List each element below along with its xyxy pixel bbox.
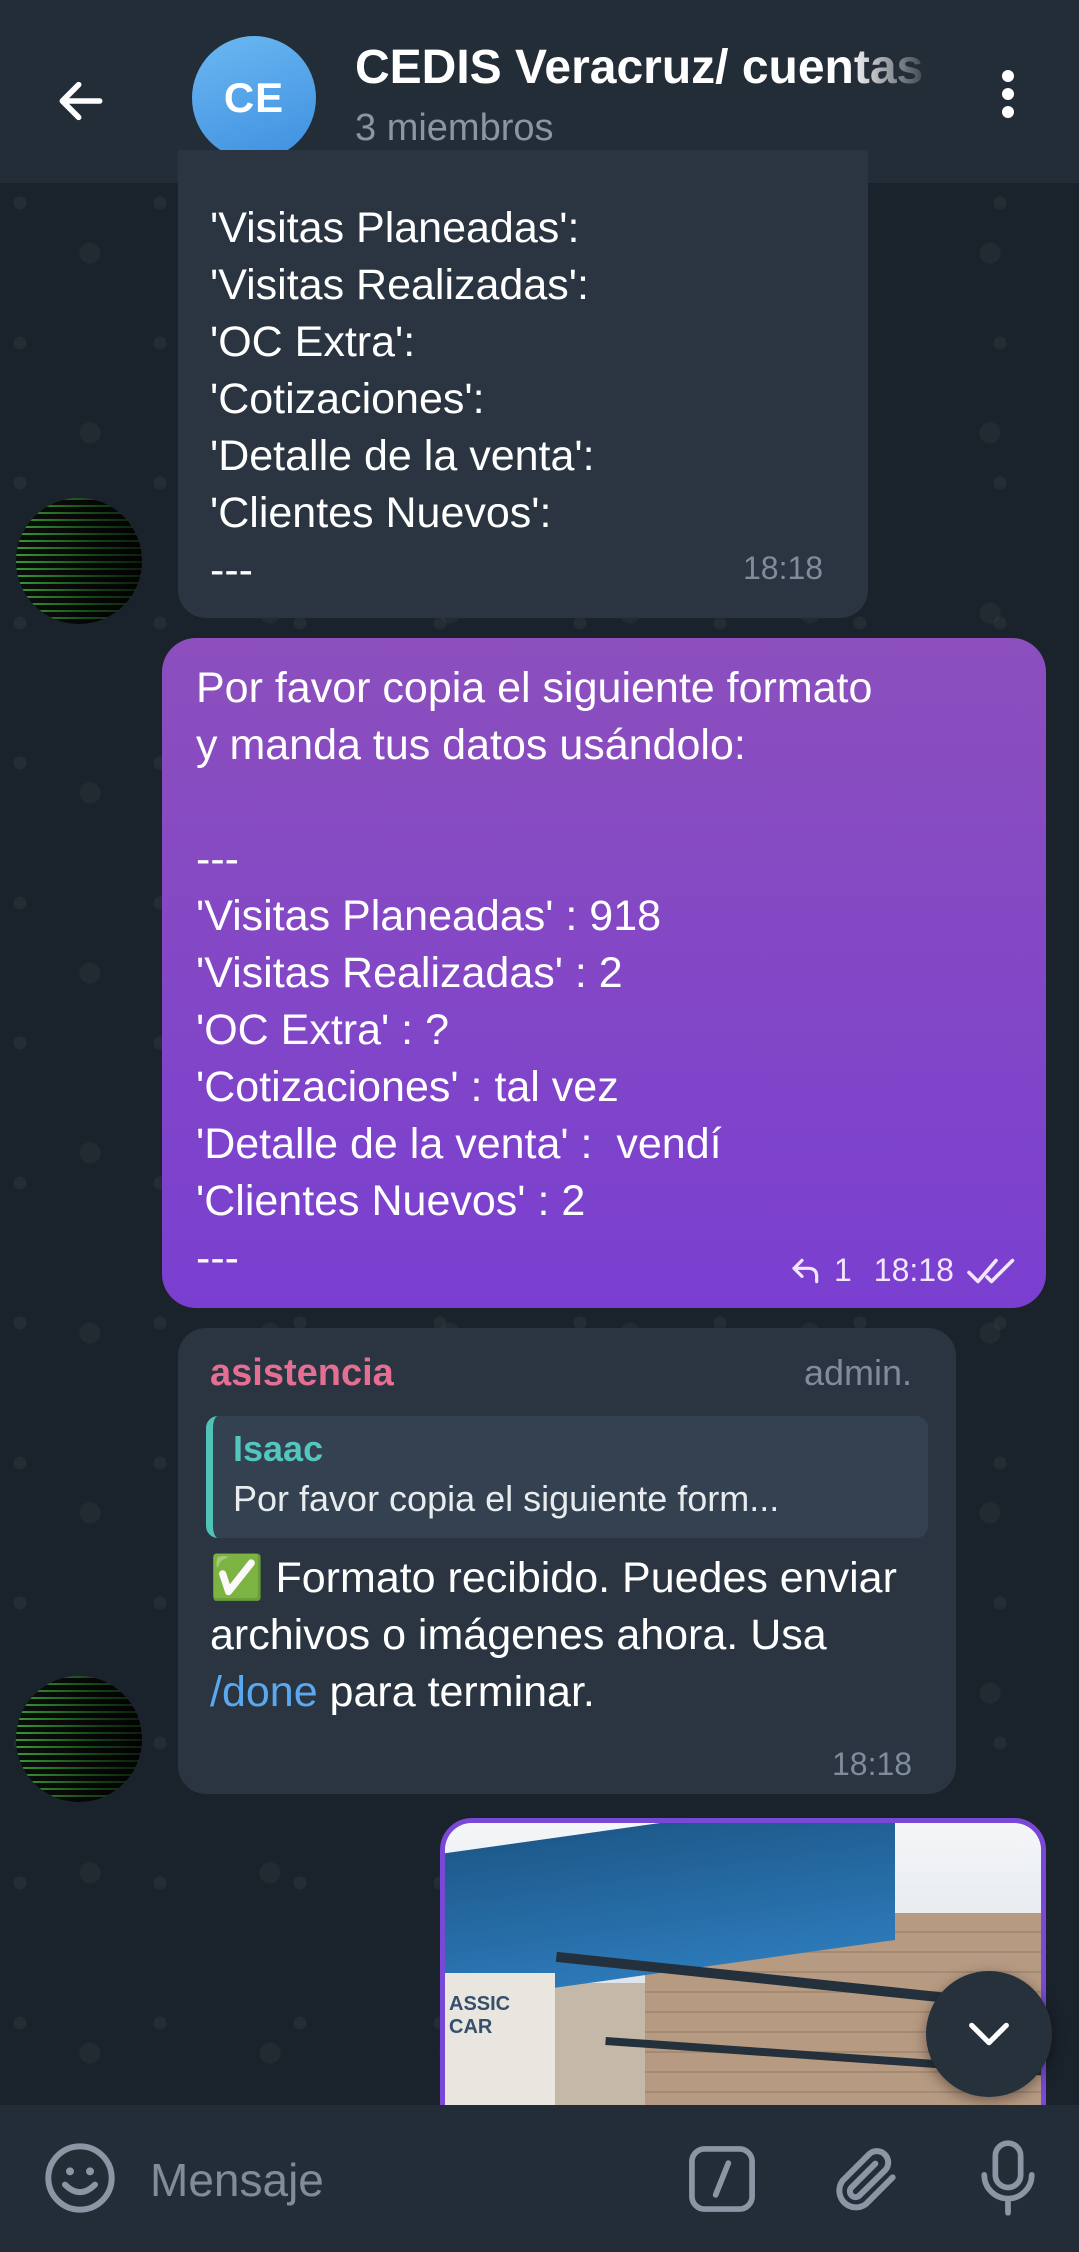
check-emoji: ✅: [210, 1554, 264, 1602]
back-button[interactable]: [40, 60, 122, 142]
bot-avatar[interactable]: [16, 498, 142, 624]
chat-title-block[interactable]: CEDIS Veracruz/ cuentas 3 miembros: [355, 40, 935, 150]
bot-commands-button[interactable]: [684, 2141, 760, 2217]
incoming-message[interactable]: asistencia admin. Isaac Por favor copia …: [178, 1328, 956, 1794]
slash-command-icon: [689, 2146, 755, 2212]
reply-count-icon: [792, 1258, 819, 1283]
more-vertical-icon: [1002, 70, 1014, 82]
outgoing-message[interactable]: Por favor copia el siguiente formato y m…: [162, 638, 1046, 1308]
arrow-left-icon: [59, 81, 103, 121]
message-meta: 1 18:18: [790, 1252, 1020, 1289]
photo-message[interactable]: ASSIC CAR: [440, 1818, 1046, 2138]
member-count: 3 miembros: [355, 107, 554, 149]
quote-author: Isaac: [233, 1428, 324, 1469]
group-avatar[interactable]: CE: [192, 36, 316, 160]
bot-avatar[interactable]: [16, 1676, 142, 1802]
emoji-button[interactable]: [40, 2138, 120, 2218]
message-input-bar: [0, 2105, 1079, 2252]
scroll-to-bottom-button[interactable]: [926, 1971, 1052, 2097]
voice-message-button[interactable]: [970, 2135, 1046, 2221]
paperclip-icon: [836, 2148, 896, 2211]
smiley-icon: [45, 2143, 115, 2213]
chat-title: CEDIS Veracruz/ cuentas: [355, 41, 924, 94]
done-command-link[interactable]: /done: [210, 1668, 318, 1716]
message-time: 18:18: [873, 1252, 954, 1288]
attach-button[interactable]: [826, 2137, 906, 2221]
message-input[interactable]: [150, 2145, 650, 2215]
double-check-icon: [967, 1258, 1015, 1283]
sender-name[interactable]: asistencia: [210, 1352, 394, 1395]
quote-text: Por favor copia el siguiente form...: [233, 1478, 780, 1519]
reply-count: 1: [834, 1252, 852, 1288]
admin-badge: admin.: [804, 1352, 913, 1393]
message-text: 'Visitas Planeadas': 'Visitas Realizadas…: [210, 204, 595, 594]
incoming-message[interactable]: 'Visitas Planeadas': 'Visitas Realizadas…: [178, 150, 868, 618]
microphone-icon: [981, 2140, 1035, 2216]
reply-quote[interactable]: Isaac Por favor copia el siguiente form.…: [206, 1416, 928, 1538]
message-time: 18:18: [743, 550, 824, 586]
more-options-button[interactable]: [990, 64, 1026, 124]
message-text: ✅ Formato recibido. Puedes enviar archiv…: [210, 1554, 909, 1716]
chevron-down-icon: [969, 2022, 1009, 2046]
message-text: Por favor copia el siguiente formato y m…: [196, 664, 873, 1282]
message-time: 18:18: [832, 1746, 913, 1782]
